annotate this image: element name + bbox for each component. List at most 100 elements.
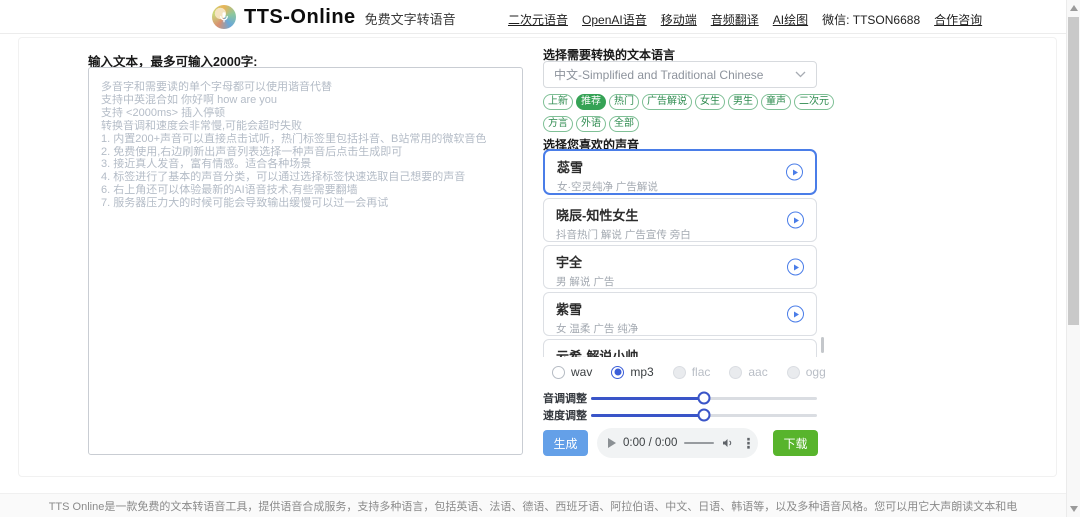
speed-slider-fill — [591, 414, 704, 417]
voice-desc: 抖音热门 解说 广告宣传 旁白 — [556, 227, 804, 242]
voice-name: 紫雪 — [556, 299, 804, 318]
nav-link-cooperation[interactable]: 合作咨询 — [934, 11, 982, 28]
voice-card-zixue[interactable]: 紫雪 女 温柔 广告 纯净 — [543, 292, 817, 336]
tag-pill-hot[interactable]: 热门 — [609, 94, 639, 110]
format-option-flac: flac — [673, 365, 711, 379]
speed-slider[interactable] — [591, 414, 817, 417]
nav-link-ai-draw[interactable]: AI绘图 — [773, 11, 808, 28]
play-voice-icon[interactable] — [787, 259, 804, 276]
generate-button[interactable]: 生成 — [543, 430, 588, 456]
nav-link-mobile[interactable]: 移动端 — [661, 11, 697, 28]
voice-name: 云希-解说小帅 — [556, 346, 804, 357]
format-label: mp3 — [630, 365, 653, 379]
voice-card-yunxi[interactable]: 云希-解说小帅 — [543, 339, 817, 357]
tag-pill-new[interactable]: 上新 — [543, 94, 573, 110]
text-input[interactable]: 多音字和需要读的单个字母都可以使用谐音代替 支持中英混合如 你好啊 how ar… — [88, 67, 523, 455]
play-voice-icon[interactable] — [786, 164, 803, 181]
format-option-wav[interactable]: wav — [552, 365, 592, 379]
page-scrollbar[interactable] — [1066, 0, 1080, 517]
app-subtitle: 免费文字转语音 — [365, 9, 456, 28]
player-play-icon[interactable] — [608, 438, 616, 448]
voice-list-scrollbar-thumb[interactable] — [821, 337, 824, 353]
format-label: ogg — [806, 365, 826, 379]
voice-tag-filter: 上新 推荐 热门 广告解说 女生 男生 童声 二次元 方言 外语 全部 — [543, 94, 828, 132]
audio-player: 0:00 / 0:00 ⋮ — [597, 428, 758, 458]
voice-desc: 女·空灵纯净 广告解说 — [557, 179, 803, 194]
tag-pill-male[interactable]: 男生 — [728, 94, 758, 110]
placeholder-line: 支持中英混合如 你好啊 how are you — [101, 94, 510, 107]
play-triangle-icon — [793, 169, 798, 175]
player-progress-bar[interactable] — [684, 442, 714, 444]
player-time: 0:00 / 0:00 — [623, 437, 677, 449]
voice-card-ruixue[interactable]: 蕊雪 女·空灵纯净 广告解说 — [543, 149, 817, 195]
nav-link-openai-voice[interactable]: OpenAI语音 — [582, 11, 647, 28]
pitch-slider[interactable] — [591, 397, 817, 400]
placeholder-line: 支持 <2000ms> 插入停顿 — [101, 107, 510, 120]
footer-text: TTS Online是一款免费的文本转语音工具，提供语音合成服务，支持多种语言，… — [49, 498, 1018, 514]
tag-pill-foreign[interactable]: 外语 — [576, 116, 606, 132]
placeholder-line: 多音字和需要读的单个字母都可以使用谐音代替 — [101, 81, 510, 94]
tag-pill-all[interactable]: 全部 — [609, 116, 639, 132]
voice-desc: 女 温柔 广告 纯净 — [556, 321, 804, 336]
placeholder-line: 4. 标签进行了基本的声音分类，可以通过选择标签快速选取自己想要的声音 — [101, 171, 510, 184]
tag-pill-female[interactable]: 女生 — [695, 94, 725, 110]
radio-disabled-icon — [729, 366, 742, 379]
language-select-value: 中文-Simplified and Traditional Chinese — [554, 66, 763, 83]
play-voice-icon[interactable] — [787, 212, 804, 229]
tag-pill-child[interactable]: 童声 — [761, 94, 791, 110]
chevron-down-icon — [795, 71, 806, 78]
tag-row: 方言 外语 全部 — [543, 116, 828, 132]
footer: TTS Online是一款免费的文本转语音工具，提供语音合成服务，支持多种语言，… — [0, 493, 1066, 517]
format-option-mp3[interactable]: mp3 — [611, 365, 653, 379]
radio-disabled-icon — [673, 366, 686, 379]
voice-list: 蕊雪 女·空灵纯净 广告解说 晓辰-知性女生 抖音热门 解说 广告宣传 旁白 宇… — [543, 149, 817, 357]
format-label: aac — [748, 365, 767, 379]
voice-desc: 男 解说 广告 — [556, 274, 804, 289]
pitch-slider-handle[interactable] — [698, 392, 711, 405]
placeholder-line: 1. 内置200+声音可以直接点击试听，热门标签里包括抖音、B站常用的微软音色 — [101, 133, 510, 146]
download-button[interactable]: 下载 — [773, 430, 818, 456]
voice-name: 宇全 — [556, 252, 804, 271]
tag-pill-recommended[interactable]: 推荐 — [576, 94, 606, 110]
pitch-slider-fill — [591, 397, 704, 400]
player-menu-icon[interactable]: ⋮ — [741, 436, 755, 450]
format-options: wav mp3 flac aac ogg — [552, 364, 826, 380]
wechat-contact: 微信: TTSON6688 — [822, 11, 920, 28]
pitch-slider-row: 音调调整 — [543, 391, 817, 405]
scrollbar-thumb[interactable] — [1068, 17, 1079, 325]
nav-link-audio-translate[interactable]: 音频翻译 — [711, 11, 759, 28]
language-select[interactable]: 中文-Simplified and Traditional Chinese — [543, 61, 817, 88]
placeholder-line: 7. 服务器压力大的时候可能会导致输出缓慢可以过一会再试 — [101, 197, 510, 210]
scrollbar-down-icon[interactable] — [1070, 506, 1078, 512]
radio-checked-icon — [611, 366, 624, 379]
placeholder-line: 3. 接近真人发音，富有情感。适合各种场景 — [101, 158, 510, 171]
speed-slider-row: 速度调整 — [543, 408, 817, 422]
play-triangle-icon — [794, 311, 799, 317]
tag-pill-anime[interactable]: 二次元 — [794, 94, 834, 110]
voice-name: 蕊雪 — [557, 157, 803, 176]
placeholder-line: 2. 免费使用,右边刷新出声音列表选择一种声音后点击生成即可 — [101, 146, 510, 159]
play-voice-icon[interactable] — [787, 306, 804, 323]
nav-link-anime-voice[interactable]: 二次元语音 — [508, 11, 568, 28]
header: TTS-Online 免费文字转语音 二次元语音 OpenAI语音 移动端 音频… — [0, 0, 1066, 34]
tag-row: 上新 推荐 热门 广告解说 女生 男生 童声 二次元 — [543, 94, 828, 110]
placeholder-line: 转换音调和速度会非常慢,可能会超时失败 — [101, 120, 510, 133]
speed-slider-handle[interactable] — [698, 409, 711, 422]
app-title: TTS-Online — [244, 6, 356, 29]
scrollbar-up-icon[interactable] — [1070, 5, 1078, 11]
speed-slider-label: 速度调整 — [543, 407, 591, 423]
voice-name: 晓辰-知性女生 — [556, 205, 804, 224]
radio-icon — [552, 366, 565, 379]
tag-pill-dialect[interactable]: 方言 — [543, 116, 573, 132]
voice-card-yuquan[interactable]: 宇全 男 解说 广告 — [543, 245, 817, 289]
radio-disabled-icon — [787, 366, 800, 379]
format-label: wav — [571, 365, 592, 379]
volume-icon[interactable] — [721, 437, 734, 449]
tag-pill-ad-narration[interactable]: 广告解说 — [642, 94, 692, 110]
voice-card-xiaochen[interactable]: 晓辰-知性女生 抖音热门 解说 广告宣传 旁白 — [543, 198, 817, 242]
format-label: flac — [692, 365, 711, 379]
app-logo-icon — [212, 5, 236, 29]
play-triangle-icon — [794, 264, 799, 270]
format-option-aac: aac — [729, 365, 767, 379]
logo: TTS-Online 免费文字转语音 — [212, 5, 456, 29]
